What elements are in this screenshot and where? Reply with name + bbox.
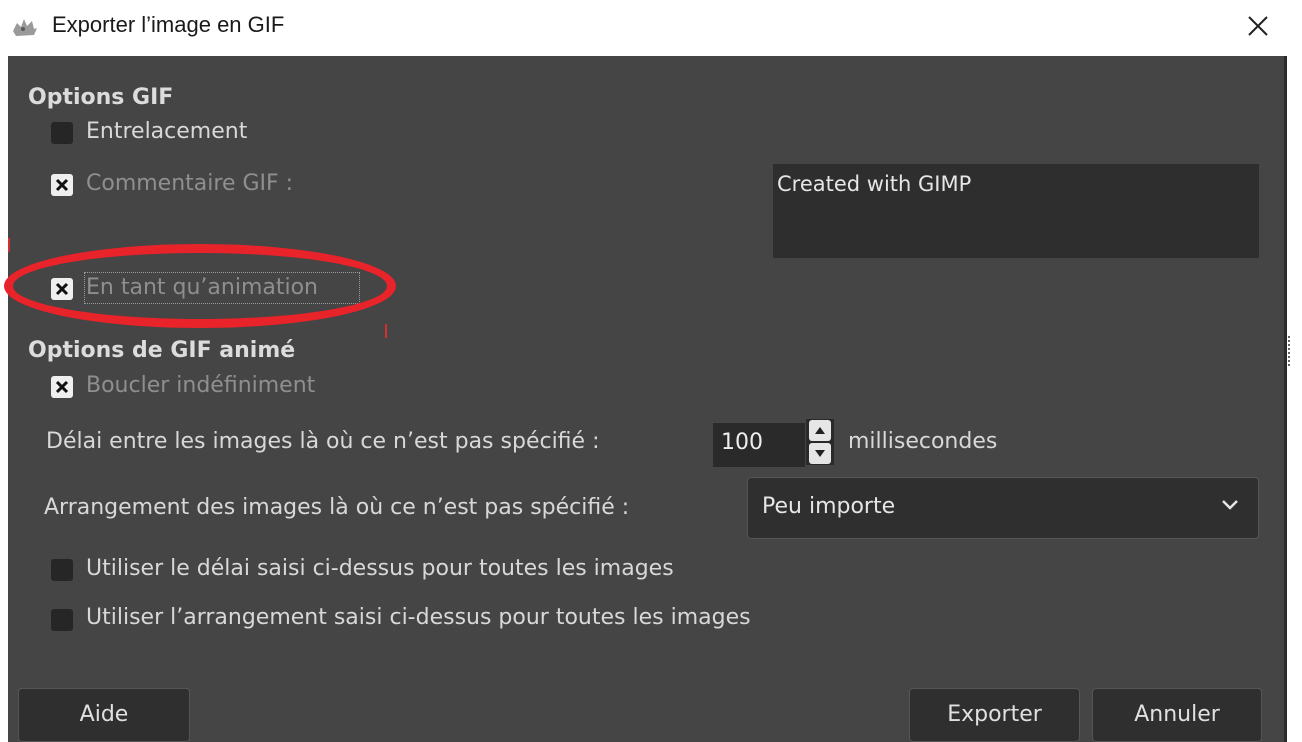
delay-unit: millisecondes [848,429,998,454]
comment-checkbox[interactable] [51,174,73,196]
export-dialog: Options GIF Entrelacement Commentaire GI… [4,56,1284,742]
gimp-wilber-icon [13,19,37,36]
export-button[interactable]: Exporter [909,688,1080,742]
use-delay-all-checkbox[interactable] [51,559,73,581]
red-highlight-ellipse [4,244,396,328]
delay-spinner[interactable] [806,419,834,465]
gif-options-heading: Options GIF [28,85,174,110]
close-icon[interactable] [1240,8,1276,44]
disposal-selected-value: Peu importe [762,494,896,519]
loop-forever-checkbox[interactable] [51,376,73,398]
interlace-checkbox[interactable] [51,122,73,144]
window-edge [1284,56,1302,742]
arrow-up-icon [815,427,825,434]
arrow-down-icon [815,450,825,457]
cancel-button[interactable]: Annuler [1092,688,1262,742]
disposal-select[interactable]: Peu importe [747,477,1259,539]
interlace-label: Entrelacement [86,119,248,144]
disposal-label: Arrangement des images là où ce n’est pa… [44,495,630,520]
increment-button[interactable] [809,420,831,441]
red-mark [385,324,387,338]
use-disposal-all-checkbox[interactable] [51,609,73,631]
chevron-down-icon [1222,500,1238,510]
use-disposal-all-label: Utiliser l’arrangement saisi ci-dessus p… [86,605,751,630]
loop-forever-label: Boucler indéfiniment [86,373,316,398]
delay-input[interactable]: 100 [713,423,805,467]
use-delay-all-label: Utiliser le délai saisi ci-dessus pour t… [86,556,674,581]
help-button[interactable]: Aide [18,688,190,742]
window-titlebar: Exporter l’image en GIF [0,0,1302,56]
comment-textarea[interactable]: Created with GIMP [773,164,1259,258]
delay-label: Délai entre les images là où ce n’est pa… [46,429,600,454]
comment-label: Commentaire GIF : [86,171,294,196]
animated-options-heading: Options de GIF animé [28,338,296,363]
decrement-button[interactable] [809,443,831,464]
red-mark [8,238,10,252]
window-title: Exporter l’image en GIF [52,12,285,37]
